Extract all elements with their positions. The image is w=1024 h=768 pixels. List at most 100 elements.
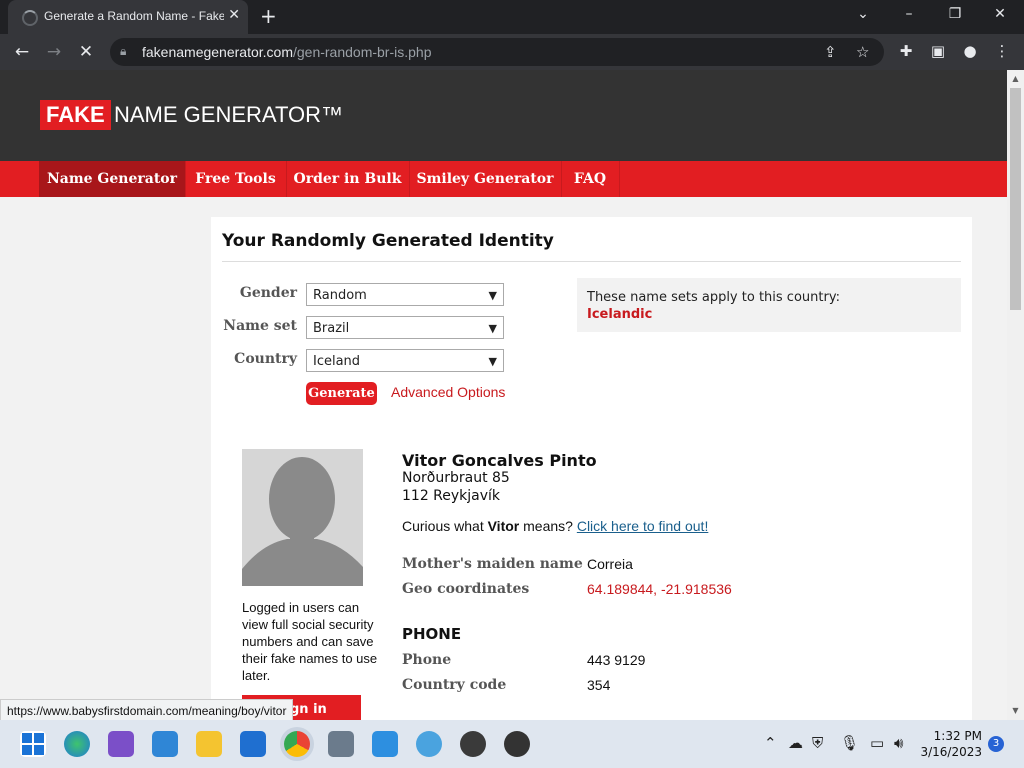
site-nav: Name Generator Free Tools Order in Bulk … — [0, 161, 1007, 197]
gender-select[interactable]: Random ▼ — [306, 283, 504, 306]
tab-search-icon[interactable]: ⌄ — [853, 6, 873, 22]
store-icon[interactable] — [152, 731, 178, 757]
chevron-down-icon: ▼ — [488, 355, 497, 368]
address-bar[interactable]: 🔒︎ fakenamegenerator.com/gen-random-br-i… — [110, 38, 884, 66]
nav-smiley-generator[interactable]: Smiley Generator — [409, 161, 562, 197]
maiden-name-value: Correia — [587, 556, 633, 572]
page-title: Your Randomly Generated Identity — [222, 231, 554, 251]
calculator-icon[interactable] — [328, 731, 354, 757]
notification-badge[interactable]: 3 — [988, 736, 1004, 752]
file-explorer-icon[interactable] — [196, 731, 222, 757]
back-arrow-icon[interactable]: ← — [12, 42, 32, 62]
page-scrollbar[interactable]: ▲ ▼ — [1007, 70, 1024, 720]
extensions-icon[interactable]: ✚ — [896, 42, 916, 60]
browser-toolbar: ← → ✕ 🔒︎ fakenamegenerator.com/gen-rando… — [0, 34, 1024, 70]
nav-free-tools[interactable]: Free Tools — [185, 161, 287, 197]
info-country: Icelandic — [587, 307, 653, 322]
name-meaning-text: Curious what Vitor means? Click here to … — [402, 518, 708, 534]
menu-kebab-icon[interactable]: ⋮ — [992, 42, 1012, 60]
microphone-icon[interactable]: 🎙︎ — [840, 734, 859, 752]
nav-name-generator[interactable]: Name Generator — [39, 161, 186, 197]
stop-loading-icon[interactable]: ✕ — [76, 42, 96, 62]
chevron-down-icon: ▼ — [488, 289, 497, 302]
edge-icon[interactable] — [64, 731, 90, 757]
chrome-icon[interactable] — [284, 731, 310, 757]
geo-coordinates-link[interactable]: 64.189844, -21.918536 — [587, 581, 732, 597]
first-name: Vitor — [487, 518, 520, 534]
visual-studio-icon[interactable] — [108, 731, 134, 757]
country-code-label: Country code — [402, 677, 507, 693]
identity-card: Your Randomly Generated Identity Gender … — [211, 217, 972, 720]
avatar — [242, 449, 363, 586]
phone-value: 443 9129 — [587, 652, 646, 668]
generate-button[interactable]: Generate — [306, 382, 377, 405]
nameset-info-box: These name sets apply to this country: I… — [577, 278, 961, 332]
scroll-down-icon[interactable]: ▼ — [1007, 706, 1024, 715]
gender-select-value: Random — [313, 288, 367, 303]
start-icon[interactable] — [20, 731, 46, 757]
tab-close-button[interactable]: ✕ — [228, 7, 240, 23]
share-icon[interactable]: ⇪ — [824, 43, 837, 61]
defender-icon[interactable]: ⛨ — [812, 734, 823, 752]
maiden-name-label: Mother's maiden name — [402, 556, 583, 572]
new-tab-button[interactable]: + — [260, 4, 277, 28]
nameset-select[interactable]: Brazil ▼ — [306, 316, 504, 339]
lock-icon: 🔒︎ — [120, 44, 127, 58]
network-icon[interactable]: ▭ — [870, 734, 884, 752]
geo-label: Geo coordinates — [402, 581, 530, 597]
url-text[interactable]: fakenamegenerator.com/gen-random-br-is.p… — [142, 44, 432, 60]
identity-name: Vitor Goncalves Pinto — [402, 451, 597, 470]
chevron-down-icon: ▼ — [488, 322, 497, 335]
nav-faq[interactable]: FAQ — [561, 161, 620, 197]
side-panel-icon[interactable]: ▣ — [928, 42, 948, 60]
restore-button[interactable]: ❐ — [945, 6, 965, 22]
nameset-select-value: Brazil — [313, 321, 350, 336]
browser-tab[interactable]: Generate a Random Name - Fake Name Gener… — [8, 0, 248, 34]
curious-prefix: Curious what — [402, 518, 488, 534]
clock-time: 1:32 PM — [933, 729, 982, 743]
bookmark-star-icon[interactable]: ☆ — [856, 43, 869, 61]
minimize-button[interactable]: – — [899, 6, 919, 22]
silhouette-icon — [242, 449, 363, 586]
nameset-label: Name set — [223, 318, 297, 334]
volume-icon[interactable]: 🔊︎ — [894, 734, 903, 752]
browser-tab-strip: Generate a Random Name - Fake Name Gener… — [0, 0, 1024, 34]
chevron-up-icon[interactable]: ⌃ — [764, 734, 777, 752]
advanced-options-link[interactable]: Advanced Options — [391, 384, 505, 400]
country-label: Country — [234, 351, 297, 367]
nav-order-in-bulk[interactable]: Order in Bulk — [286, 161, 410, 197]
logo-fake-text[interactable]: FAKE — [40, 100, 111, 130]
country-select-value: Iceland — [313, 354, 361, 369]
system-clock[interactable]: 1:32 PM 3/16/2023 — [920, 728, 982, 760]
scroll-up-icon[interactable]: ▲ — [1007, 74, 1024, 83]
close-window-button[interactable]: ✕ — [990, 6, 1010, 22]
country-select[interactable]: Iceland ▼ — [306, 349, 504, 372]
site-header: FAKE NAME GENERATOR™ — [0, 70, 1007, 161]
gender-label: Gender — [239, 285, 297, 301]
cloud-icon[interactable]: ☁ — [788, 734, 803, 752]
country-code-value: 354 — [587, 677, 611, 693]
windows-taskbar: ⌃ ☁ ⛨ 🎙︎ ▭ 🔊︎ 1:32 PM 3/16/2023 3 — [0, 720, 1024, 768]
address-line1: Norðurbraut 85 — [402, 470, 510, 486]
curious-suffix: means? — [519, 518, 577, 534]
clock-date: 3/16/2023 — [920, 745, 982, 759]
profile-icon[interactable]: ● — [960, 42, 980, 60]
name-meaning-link[interactable]: Click here to find out! — [577, 518, 709, 534]
mail-icon[interactable] — [240, 731, 266, 757]
logo-name-text[interactable]: NAME GENERATOR™ — [114, 100, 343, 130]
logged-in-notice: Logged in users can view full social sec… — [242, 600, 378, 683]
info-text: These name sets apply to this country: — [587, 290, 840, 305]
phone-label: Phone — [402, 652, 452, 668]
loading-spinner-icon — [22, 10, 38, 26]
obs-icon[interactable] — [460, 731, 486, 757]
forward-arrow-icon[interactable]: → — [44, 42, 64, 62]
tab-title: Generate a Random Name - Fake Name Gener… — [44, 9, 224, 23]
scrollbar-thumb[interactable] — [1010, 88, 1021, 310]
address-line2: 112 Reykjavík — [402, 488, 501, 504]
maps-icon[interactable] — [416, 731, 442, 757]
phone-heading: PHONE — [402, 625, 462, 643]
notepad-icon[interactable] — [372, 731, 398, 757]
web-page: FAKE NAME GENERATOR™ Name Generator Free… — [0, 70, 1007, 720]
divider — [222, 261, 961, 262]
clock-app-icon[interactable] — [504, 731, 530, 757]
